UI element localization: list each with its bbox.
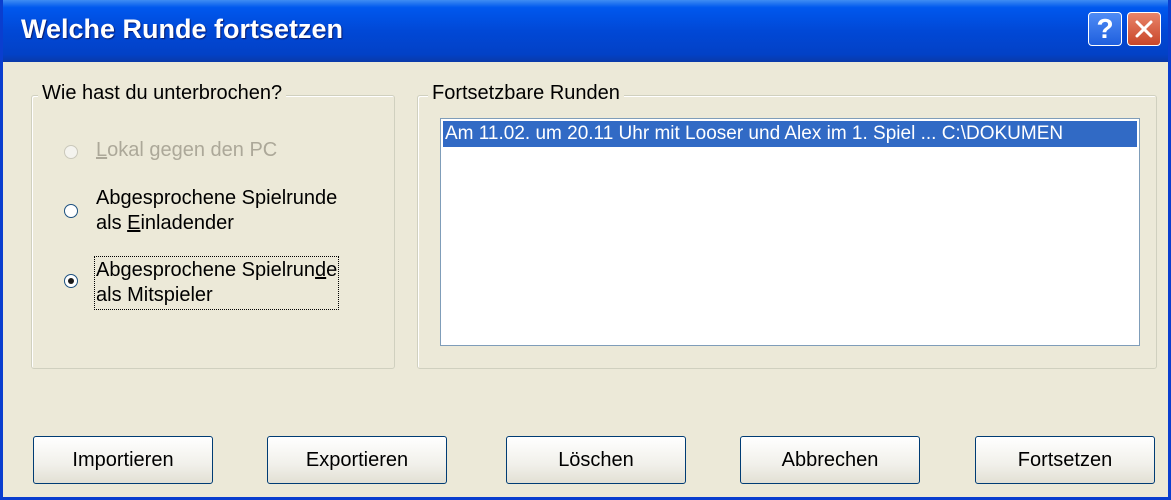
list-item[interactable]: Am 11.02. um 20.11 Uhr mit Looser und Al…: [443, 121, 1137, 147]
rounds-listbox[interactable]: Am 11.02. um 20.11 Uhr mit Looser und Al…: [440, 118, 1140, 346]
interruption-group: Wie hast du unterbrochen? Lokal gegen de…: [31, 82, 395, 369]
radio-selected-dot: [68, 278, 74, 284]
help-icon: ?: [1096, 13, 1114, 44]
radio-inviter-label[interactable]: Abgesprochene Spielrunde als Einladender: [96, 186, 337, 236]
radio-local-pc[interactable]: [64, 145, 78, 159]
help-button[interactable]: ?: [1088, 12, 1122, 46]
dialog-window: Welche Runde fortsetzen ? Wie hast du un…: [0, 0, 1171, 500]
continue-button[interactable]: Fortsetzen: [975, 436, 1155, 484]
rounds-group-legend: Fortsetzbare Runden: [428, 82, 624, 105]
interruption-group-legend: Wie hast du unterbrochen?: [38, 82, 287, 105]
export-button[interactable]: Exportieren: [267, 436, 447, 484]
radio-participant-label[interactable]: Abgesprochene Spielrunde als Mitspieler: [93, 256, 340, 310]
radio-inviter[interactable]: [64, 204, 78, 218]
radio-participant[interactable]: [64, 274, 78, 288]
cancel-button[interactable]: Abbrechen: [740, 436, 920, 484]
rounds-group: Fortsetzbare Runden Am 11.02. um 20.11 U…: [417, 82, 1157, 369]
delete-button[interactable]: Löschen: [506, 436, 686, 484]
close-icon: [1135, 20, 1153, 38]
window-title: Welche Runde fortsetzen: [21, 14, 344, 44]
radio-local-pc-label: Lokal gegen den PC: [96, 139, 278, 161]
import-button[interactable]: Importieren: [33, 436, 213, 484]
title-bar[interactable]: Welche Runde fortsetzen ?: [3, 0, 1168, 62]
close-button[interactable]: [1127, 12, 1161, 46]
